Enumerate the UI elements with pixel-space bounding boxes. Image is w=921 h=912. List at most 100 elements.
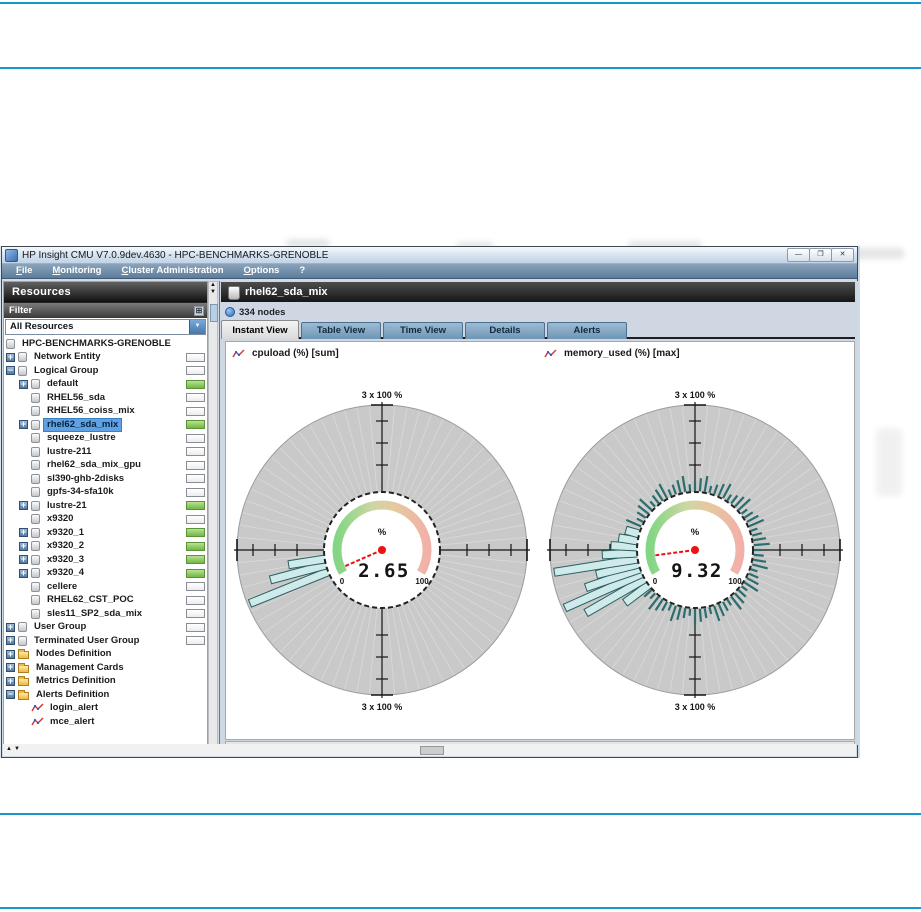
status-badge bbox=[186, 380, 205, 389]
tree-item-management-cards[interactable]: +Management Cards bbox=[4, 661, 207, 675]
expand-toggle[interactable]: + bbox=[19, 569, 28, 578]
window-title: HP Insight CMU V7.0.9dev.4630 - HPC-BENC… bbox=[22, 250, 328, 261]
title-bar[interactable]: HP Insight CMU V7.0.9dev.4630 - HPC-BENC… bbox=[2, 247, 857, 264]
status-badge bbox=[186, 393, 205, 402]
expand-toggle[interactable]: + bbox=[6, 650, 15, 659]
tree-item-default[interactable]: + default bbox=[4, 378, 207, 392]
status-badge bbox=[186, 636, 205, 645]
tree-item-alerts-definition[interactable]: −Alerts Definition bbox=[4, 688, 207, 702]
tree-item-network-entity[interactable]: +Network Entity bbox=[4, 351, 207, 365]
group-icon bbox=[31, 595, 40, 605]
folder-icon bbox=[18, 651, 29, 659]
tree-item-x9320-1[interactable]: +x9320_1 bbox=[4, 526, 207, 540]
tree-item-rhel56-sda[interactable]: RHEL56_sda bbox=[4, 391, 207, 405]
tree-item-cellere[interactable]: cellere bbox=[4, 580, 207, 594]
document-rule-top bbox=[0, 2, 921, 4]
tree-item-gpfs-34-sfa10k[interactable]: gpfs-34-sfa10k bbox=[4, 486, 207, 500]
tree-item-rhel62-sda-mix-gpu[interactable]: rhel62_sda_mix_gpu bbox=[4, 459, 207, 473]
tree-item-login-alert[interactable]: login_alert bbox=[4, 702, 207, 716]
tree-item-rhel62-sda-mix[interactable]: + rhel62_sda_mix bbox=[4, 418, 207, 432]
expand-toggle[interactable]: + bbox=[6, 353, 15, 362]
group-icon bbox=[18, 622, 27, 632]
tree-item-sl390-ghb-2disks[interactable]: sl390-ghb-2disks bbox=[4, 472, 207, 486]
tab-alerts[interactable]: Alerts bbox=[547, 322, 627, 339]
expand-toggle[interactable]: + bbox=[6, 623, 15, 632]
expand-toggle[interactable]: − bbox=[6, 366, 15, 375]
tree-item-sles11-sp2-sda-mix[interactable]: sles11_SP2_sda_mix bbox=[4, 607, 207, 621]
tree-item-label: Metrics Definition bbox=[33, 675, 119, 687]
group-icon bbox=[18, 352, 27, 362]
expand-toggle[interactable]: + bbox=[19, 501, 28, 510]
menu-help[interactable]: ? bbox=[289, 264, 315, 278]
status-badge bbox=[186, 609, 205, 618]
scroll-down-icon[interactable]: ▼ bbox=[209, 289, 217, 296]
tree-item-label: default bbox=[44, 378, 81, 390]
group-icon bbox=[31, 501, 40, 511]
maximize-button[interactable]: ❐ bbox=[809, 248, 832, 262]
svg-text:3 x 100 %: 3 x 100 % bbox=[675, 390, 716, 400]
tree-item-nodes-definition[interactable]: +Nodes Definition bbox=[4, 648, 207, 662]
tree-item-hpc-benchmarks-grenoble[interactable]: HPC-BENCHMARKS-GRENOBLE bbox=[4, 337, 207, 351]
tree-item-label: Logical Group bbox=[31, 365, 101, 377]
expand-toggle[interactable]: + bbox=[6, 663, 15, 672]
chevron-down-icon[interactable]: ▼ bbox=[189, 320, 205, 334]
tree-item-logical-group[interactable]: − Logical Group bbox=[4, 364, 207, 378]
tree-item-x9320-2[interactable]: +x9320_2 bbox=[4, 540, 207, 554]
tree-item-mce-alert[interactable]: mce_alert bbox=[4, 715, 207, 729]
group-icon bbox=[31, 541, 40, 551]
tree-item-terminated-user-group[interactable]: +Terminated User Group bbox=[4, 634, 207, 648]
tree-item-rhel56-coiss-mix[interactable]: RHEL56_coiss_mix bbox=[4, 405, 207, 419]
filter-expand-icon[interactable]: ⊞ bbox=[194, 306, 204, 316]
menu-cluster-administration[interactable]: Cluster Administration bbox=[111, 264, 233, 278]
tab-table-view[interactable]: Table View bbox=[301, 322, 381, 339]
svg-text:%: % bbox=[378, 527, 387, 538]
group-icon bbox=[18, 636, 27, 646]
scrollbar-thumb[interactable] bbox=[210, 304, 218, 322]
resources-panel: Resources Filter ⊞ All Resources ▼ HPC-B… bbox=[3, 281, 208, 745]
tree-item-lustre-21[interactable]: +lustre-21 bbox=[4, 499, 207, 513]
menu-monitoring[interactable]: Monitoring bbox=[42, 264, 111, 278]
expand-toggle[interactable]: + bbox=[6, 677, 15, 686]
tree-item-lustre-211[interactable]: lustre-211 bbox=[4, 445, 207, 459]
expand-toggle[interactable]: + bbox=[19, 542, 28, 551]
tree-scrollbar[interactable]: ▲ ▼ bbox=[208, 281, 218, 745]
close-button[interactable]: ✕ bbox=[831, 248, 854, 262]
expand-toggle[interactable]: + bbox=[19, 380, 28, 389]
tab-details[interactable]: Details bbox=[465, 322, 545, 339]
document-rule-bottom bbox=[0, 907, 921, 909]
tree-item-label: x9320_3 bbox=[44, 554, 87, 566]
scan-smudge bbox=[876, 428, 902, 496]
chart-title-memory: memory_used (%) [max] bbox=[544, 348, 680, 359]
horizontal-scrollbar-thumb[interactable] bbox=[420, 746, 444, 755]
menu-options[interactable]: Options bbox=[234, 264, 290, 278]
expand-toggle[interactable]: + bbox=[19, 420, 28, 429]
tree-item-x9320[interactable]: x9320 bbox=[4, 513, 207, 527]
tab-instant-view[interactable]: Instant View bbox=[221, 320, 299, 339]
status-badge bbox=[186, 366, 205, 375]
expand-toggle[interactable]: − bbox=[6, 690, 15, 699]
tree-item-user-group[interactable]: +User Group bbox=[4, 621, 207, 635]
chart-title-cpuload: cpuload (%) [sum] bbox=[232, 348, 339, 359]
main-panel: rhel62_sda_mix 334 nodes Instant ViewTab… bbox=[219, 281, 858, 745]
tab-time-view[interactable]: Time View bbox=[383, 322, 463, 339]
splitter-up-icon[interactable]: ▲ bbox=[6, 746, 12, 753]
scroll-up-icon[interactable]: ▲ bbox=[209, 282, 217, 289]
document-rule-lower bbox=[0, 813, 921, 815]
document-page: { "document": { "rule_color": "#1795cd" … bbox=[0, 0, 921, 912]
minimize-button[interactable]: — bbox=[787, 248, 810, 262]
tree-item-label: rhel62_sda_mix bbox=[44, 419, 121, 431]
tree-item-metrics-definition[interactable]: + Metrics Definition bbox=[4, 675, 207, 689]
splitter-down-icon[interactable]: ▼ bbox=[14, 746, 20, 753]
tree-item-rhel62-cst-poc[interactable]: RHEL62_CST_POC bbox=[4, 594, 207, 608]
folder-icon bbox=[18, 665, 29, 673]
resource-filter-select[interactable]: All Resources ▼ bbox=[5, 319, 206, 335]
tree-item-squeeze-lustre[interactable]: squeeze_lustre bbox=[4, 432, 207, 446]
tree-item-x9320-3[interactable]: + x9320_3 bbox=[4, 553, 207, 567]
expand-toggle[interactable]: + bbox=[19, 555, 28, 564]
tree-item-x9320-4[interactable]: +x9320_4 bbox=[4, 567, 207, 581]
expand-toggle[interactable]: + bbox=[6, 636, 15, 645]
expand-toggle[interactable]: + bbox=[19, 528, 28, 537]
chart-line-icon bbox=[544, 349, 557, 359]
menu-file[interactable]: File bbox=[6, 264, 42, 278]
filter-bar[interactable]: Filter ⊞ bbox=[4, 302, 207, 318]
